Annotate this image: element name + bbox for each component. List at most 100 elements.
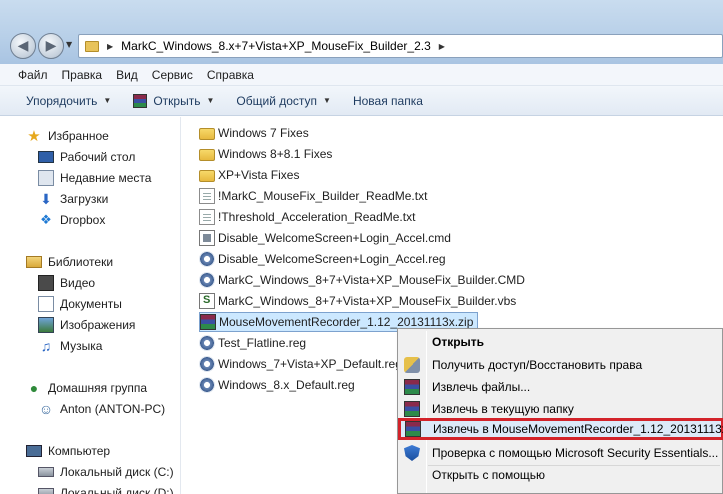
file-name: XP+Vista Fixes — [218, 168, 300, 182]
dropdown-arrow-icon: ▼ — [323, 96, 331, 105]
pictures-icon — [38, 317, 54, 333]
address-bar[interactable]: ▶ MarkC_Windows_8.x+7+Vista+XP_MouseFix_… — [78, 34, 723, 58]
list-item[interactable]: Windows 7 Fixes — [199, 123, 309, 143]
archive-icon — [200, 314, 216, 330]
menu-edit[interactable]: Правка — [62, 68, 103, 82]
file-name: MarkC_Windows_8+7+Vista+XP_MouseFix_Buil… — [218, 273, 525, 287]
script-file-icon — [199, 293, 215, 309]
nav-disk-c[interactable]: Локальный диск (C:) — [38, 462, 174, 482]
download-icon: ⬇ — [40, 190, 52, 207]
libraries-icon — [26, 256, 42, 268]
menu-help[interactable]: Справка — [207, 68, 254, 82]
list-item[interactable]: Windows_8.x_Default.reg — [199, 375, 355, 395]
nav-homegroup[interactable]: ● Домашняя группа — [26, 378, 147, 398]
list-item[interactable]: !Threshold_Acceleration_ReadMe.txt — [199, 207, 415, 227]
breadcrumb-current-folder[interactable]: MarkC_Windows_8.x+7+Vista+XP_MouseFix_Bu… — [121, 39, 431, 53]
dropdown-arrow-icon: ▼ — [103, 96, 112, 105]
list-item[interactable]: XP+Vista Fixes — [199, 165, 299, 185]
nav-disk-d[interactable]: Локальный диск (D:) — [38, 483, 174, 494]
menu-item-label: Извлечь в текущую папку — [432, 402, 574, 416]
reg-file-icon — [199, 377, 215, 393]
text-file-icon — [199, 209, 215, 225]
menu-tools[interactable]: Сервис — [152, 68, 193, 82]
open-button[interactable]: Открыть ▼ — [133, 93, 214, 108]
menu-view[interactable]: Вид — [116, 68, 138, 82]
nav-downloads[interactable]: ⬇ Загрузки — [38, 189, 108, 209]
folder-icon — [199, 128, 215, 140]
context-extract-files[interactable]: Извлечь файлы... — [400, 376, 722, 398]
text-file-icon — [199, 188, 215, 204]
cmd-file-icon — [199, 272, 215, 288]
title-bar: ◀ ▶ ▼ ▶ MarkC_Windows_8.x+7+Vista+XP_Mou… — [0, 0, 723, 64]
cmd-file-icon — [199, 230, 215, 246]
music-icon: ♫ — [40, 338, 52, 354]
back-arrow-icon: ◀ — [17, 38, 29, 54]
forward-arrow-icon: ▶ — [45, 38, 57, 54]
list-item[interactable]: Disable_WelcomeScreen+Login_Accel.reg — [199, 249, 446, 269]
context-extract-here[interactable]: Извлечь в текущую папку — [400, 398, 722, 420]
list-item[interactable]: MarkC_Windows_8+7+Vista+XP_MouseFix_Buil… — [199, 291, 516, 311]
nav-music[interactable]: ♫ Музыка — [38, 336, 103, 356]
context-menu: Открыть Получить доступ/Восстановить пра… — [397, 328, 723, 494]
nav-desktop[interactable]: Рабочий стол — [38, 147, 135, 167]
organize-button[interactable]: Упорядочить ▼ — [26, 94, 111, 108]
list-item[interactable]: Test_Flatline.reg — [199, 333, 306, 353]
context-share-restore[interactable]: Получить доступ/Восстановить права — [400, 354, 722, 376]
nav-label: Музыка — [60, 339, 103, 353]
menu-item-label: Открыть — [432, 335, 485, 349]
open-label: Открыть — [153, 93, 201, 108]
file-name: Windows 8+8.1 Fixes — [218, 147, 333, 161]
reg-file-icon — [199, 356, 215, 372]
context-open-with[interactable]: Открыть с помощью — [400, 464, 722, 486]
breadcrumb-chevron-icon[interactable]: ▶ — [107, 42, 113, 51]
nav-favorites[interactable]: ★ Избранное — [26, 126, 109, 146]
share-label: Общий доступ — [236, 93, 318, 108]
context-scan-mse[interactable]: Проверка с помощью Microsoft Security Es… — [400, 442, 722, 464]
command-bar: Упорядочить ▼ Открыть ▼ Общий доступ ▼ Н… — [0, 86, 723, 116]
nav-label: Компьютер — [48, 444, 111, 458]
nav-video[interactable]: Видео — [38, 273, 95, 293]
nav-label: Домашняя группа — [48, 381, 148, 395]
new-folder-button[interactable]: Новая папка — [353, 94, 423, 108]
menu-item-label: Извлечь в MouseMovementRecorder_1.12_201… — [433, 422, 723, 436]
video-icon — [38, 275, 54, 291]
share-permissions-icon — [404, 357, 420, 373]
nav-label: Видео — [60, 276, 96, 290]
share-button[interactable]: Общий доступ ▼ — [236, 94, 331, 108]
back-button[interactable]: ◀ — [10, 33, 36, 59]
nav-libraries[interactable]: Библиотеки — [26, 252, 113, 272]
file-name: Disable_WelcomeScreen+Login_Accel.reg — [218, 252, 446, 266]
recent-places-icon — [38, 170, 54, 186]
nav-computer[interactable]: Компьютер — [26, 441, 110, 461]
nav-recent[interactable]: Недавние места — [38, 168, 151, 188]
desktop-icon — [38, 151, 54, 163]
list-item[interactable]: !MarkC_MouseFix_Builder_ReadMe.txt — [199, 186, 427, 206]
disk-drive-icon — [38, 488, 54, 494]
file-name: Windows_8.x_Default.reg — [218, 378, 355, 392]
file-name: !Threshold_Acceleration_ReadMe.txt — [218, 210, 416, 224]
nav-dropbox[interactable]: ❖ Dropbox — [38, 210, 105, 230]
documents-icon — [38, 296, 54, 312]
file-name: MouseMovementRecorder_1.12_20131113x.zip — [219, 315, 474, 329]
list-item[interactable]: Windows 8+8.1 Fixes — [199, 144, 332, 164]
menu-file[interactable]: Файл — [18, 68, 48, 82]
list-item[interactable]: MarkC_Windows_8+7+Vista+XP_MouseFix_Buil… — [199, 270, 525, 290]
list-item[interactable]: Windows_7+Vista+XP_Default.reg — [199, 354, 402, 374]
menu-item-label: Открыть с помощью — [432, 468, 546, 482]
history-dropdown-icon[interactable]: ▼ — [66, 40, 72, 49]
computer-icon — [26, 445, 42, 457]
organize-label: Упорядочить — [26, 93, 98, 108]
nav-label: Локальный диск (D:) — [60, 486, 174, 494]
context-extract-to-folder[interactable]: Извлечь в MouseMovementRecorder_1.12_201… — [398, 418, 723, 440]
archive-icon — [405, 421, 421, 437]
navigation-pane: ★ Избранное Рабочий стол Недавние места … — [0, 117, 181, 494]
nav-documents[interactable]: Документы — [38, 294, 122, 314]
breadcrumb-chevron-icon[interactable]: ▶ — [439, 42, 445, 51]
forward-button[interactable]: ▶ — [38, 33, 64, 59]
nav-user[interactable]: ☺ Anton (ANTON-PC) — [38, 399, 165, 419]
disk-drive-icon — [38, 467, 54, 477]
list-item[interactable]: Disable_WelcomeScreen+Login_Accel.cmd — [199, 228, 451, 248]
file-name: Windows_7+Vista+XP_Default.reg — [218, 357, 402, 371]
nav-pictures[interactable]: Изображения — [38, 315, 135, 335]
context-open[interactable]: Открыть — [400, 331, 722, 353]
